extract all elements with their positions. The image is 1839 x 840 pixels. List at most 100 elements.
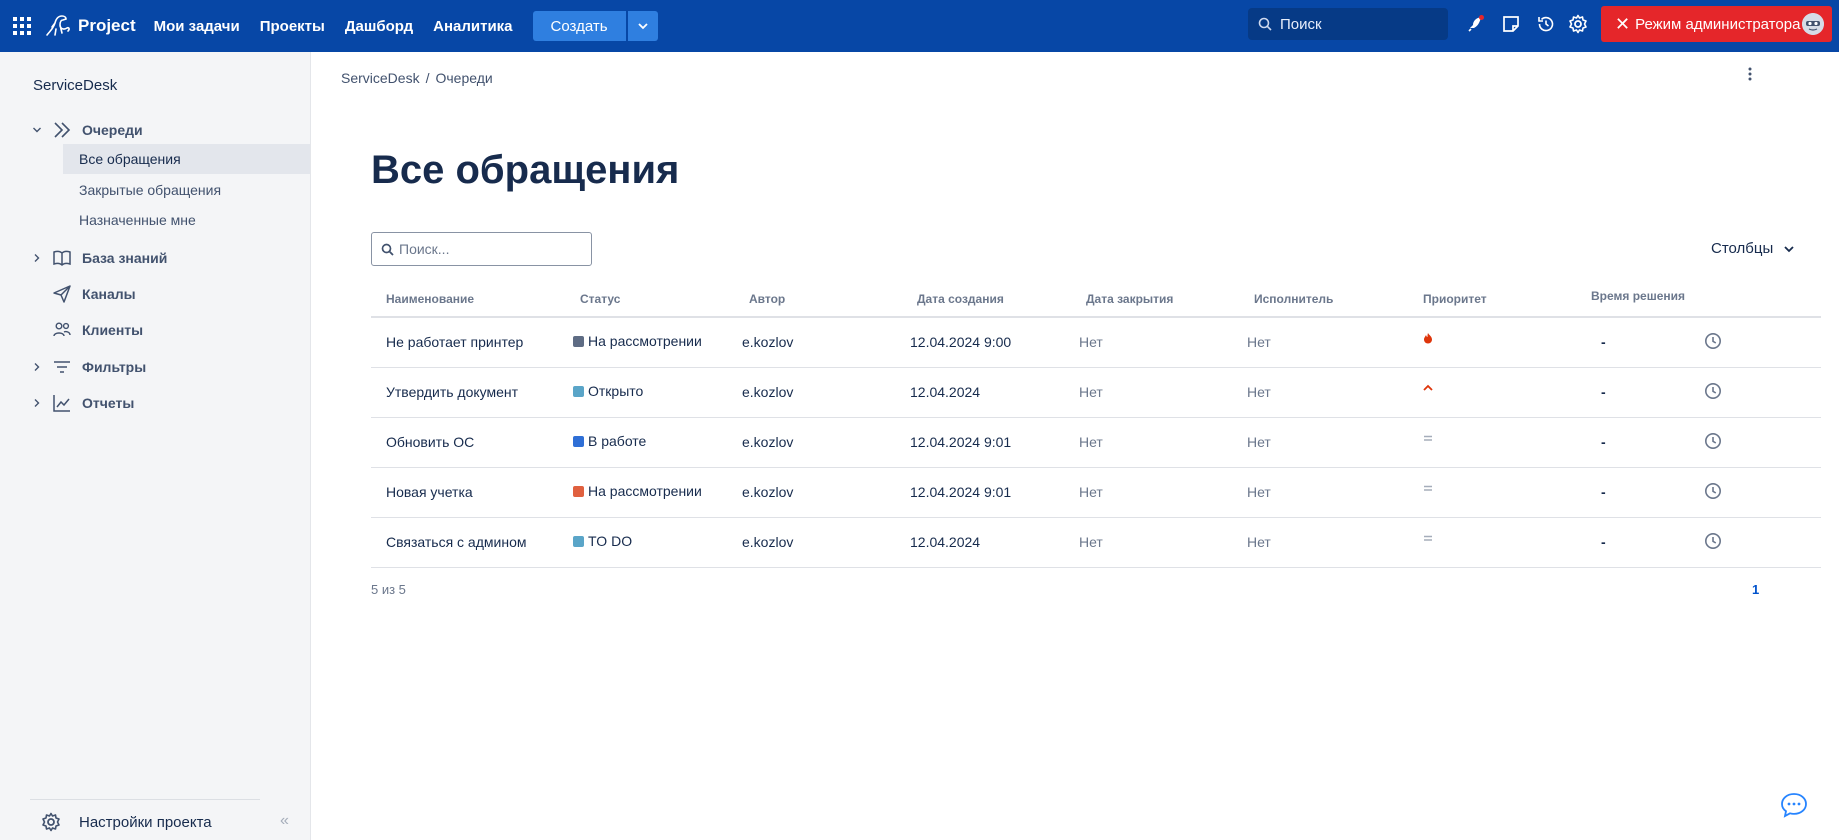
assignee: Нет [1247,534,1271,550]
column-header-closed[interactable]: Дата закрытия [1086,292,1173,306]
create-button[interactable]: Создать [532,11,626,41]
avatar[interactable] [1802,13,1824,35]
breadcrumb-item[interactable]: Очереди [435,70,492,86]
sidebar-item-label: База знаний [82,250,168,266]
chat-support-icon[interactable] [1779,790,1809,820]
request-name[interactable]: Связаться с админом [386,534,526,550]
nav-analytics[interactable]: Аналитика [433,18,512,35]
settings-gear-icon[interactable] [1566,12,1590,36]
double-chevron-right-icon [51,119,73,141]
status-label: TO DO [588,533,633,549]
status-label: На рассмотрении [588,483,702,499]
history-icon[interactable] [1534,12,1558,36]
table-row[interactable]: Новая учетка На рассмотрении e.kozlov 12… [371,468,1821,518]
chevron-right-icon[interactable] [29,359,45,375]
author: e.kozlov [742,534,794,550]
status-badge: Открыто [573,383,643,399]
request-name[interactable]: Не работает принтер [386,334,523,350]
create-button-group: Создать [532,11,658,41]
sidebar-item-label: Каналы [82,286,136,302]
status-label: На рассмотрении [588,333,702,349]
main-nav: Мои задачи Проекты Дашборд Аналитика [154,18,533,35]
more-options-icon[interactable] [1740,64,1760,84]
table-row[interactable]: Обновить ОС В работе e.kozlov 12.04.2024… [371,418,1821,468]
chevron-down-icon[interactable] [29,122,45,138]
search-input[interactable] [399,241,579,257]
pagination-page-1[interactable]: 1 [1752,582,1759,597]
sidebar-item-closed-requests[interactable]: Закрытые обращения [63,175,310,205]
search-icon [381,243,394,256]
request-name[interactable]: Утвердить документ [386,384,518,400]
column-header-author[interactable]: Автор [749,292,785,306]
sidebar-item-channels[interactable]: Каналы [29,283,136,305]
admin-mode-button[interactable]: ✕ Режим администратора [1601,6,1832,42]
status-badge: На рассмотрении [573,483,702,499]
sidebar-item-filters[interactable]: Фильтры [29,356,146,378]
table-row[interactable]: Связаться с админом TO DO e.kozlov 12.04… [371,518,1821,568]
chevron-right-icon[interactable] [29,395,45,411]
chevron-right-icon[interactable] [29,250,45,266]
author: e.kozlov [742,484,794,500]
clock-icon[interactable] [1704,432,1722,453]
resolution-time: - [1601,434,1606,450]
project-settings-link[interactable]: Настройки проекта [41,812,212,832]
sidebar-item-reports[interactable]: Отчеты [29,392,134,414]
nav-projects[interactable]: Проекты [260,18,325,35]
closed-date: Нет [1079,484,1103,500]
table-row[interactable]: Утвердить документ Открыто e.kozlov 12.0… [371,368,1821,418]
column-header-status[interactable]: Статус [580,292,620,306]
project-title: ServiceDesk [33,77,118,94]
request-name[interactable]: Новая учетка [386,484,473,500]
status-badge: В работе [573,433,646,449]
priority-highest-icon [1422,331,1434,347]
nav-my-tasks[interactable]: Мои задачи [154,18,240,35]
clock-icon[interactable] [1704,382,1722,403]
columns-dropdown-button[interactable]: Столбцы [1711,240,1795,257]
sidebar-item-assigned-to-me[interactable]: Назначенные мне [63,205,310,235]
users-icon [51,319,73,341]
clock-icon[interactable] [1704,482,1722,503]
assignee: Нет [1247,384,1271,400]
clock-icon[interactable] [1704,332,1722,353]
status-label: Открыто [588,383,644,399]
column-header-resolution-time[interactable]: Время решения [1591,289,1685,303]
nav-dashboard[interactable]: Дашборд [345,18,413,35]
queue-search-field[interactable] [371,232,592,266]
resolution-time: - [1601,484,1606,500]
close-icon: ✕ [1615,14,1631,34]
column-header-name[interactable]: Наименование [386,292,474,306]
column-header-assignee[interactable]: Исполнитель [1254,292,1333,306]
closed-date: Нет [1079,534,1103,550]
app-switcher-icon[interactable] [2,6,42,46]
sidebar-item-knowledge-base[interactable]: База знаний [29,247,167,269]
author: e.kozlov [742,434,794,450]
breadcrumb-item[interactable]: ServiceDesk [341,70,420,86]
closed-date: Нет [1079,384,1103,400]
chart-line-icon [51,392,73,414]
notifications-icon[interactable] [1464,12,1488,36]
sidebar-item-all-requests[interactable]: Все обращения [63,144,310,174]
created-date: 12.04.2024 9:01 [910,484,1012,500]
table-row[interactable]: Не работает принтер На рассмотрении e.ko… [371,318,1821,368]
column-header-created[interactable]: Дата создания [917,292,1004,306]
created-date: 12.04.2024 9:01 [910,434,1012,450]
columns-label: Столбцы [1711,240,1774,257]
sidebar-item-clients[interactable]: Клиенты [29,319,143,341]
sidebar-item-queues[interactable]: Очереди [29,119,143,141]
status-color-dot [573,535,584,547]
app-logo[interactable]: Project [44,6,136,46]
request-name[interactable]: Обновить ОС [386,434,474,450]
clock-icon[interactable] [1704,532,1722,553]
notes-icon[interactable] [1499,12,1523,36]
app-name: Project [78,16,136,35]
breadcrumb: ServiceDesk / Очереди [341,70,493,86]
column-header-priority[interactable]: Приоритет [1423,292,1487,306]
collapse-sidebar-button[interactable]: « [280,812,289,830]
create-dropdown-button[interactable] [627,11,658,41]
status-badge: TO DO [573,533,632,549]
global-search-input[interactable]: Поиск [1248,8,1448,40]
closed-date: Нет [1079,434,1103,450]
top-navigation-bar: Project Мои задачи Проекты Дашборд Анали… [0,0,1839,52]
priority-medium-icon [1422,431,1434,447]
requests-table: Наименование Статус Автор Дата создания … [371,282,1821,568]
